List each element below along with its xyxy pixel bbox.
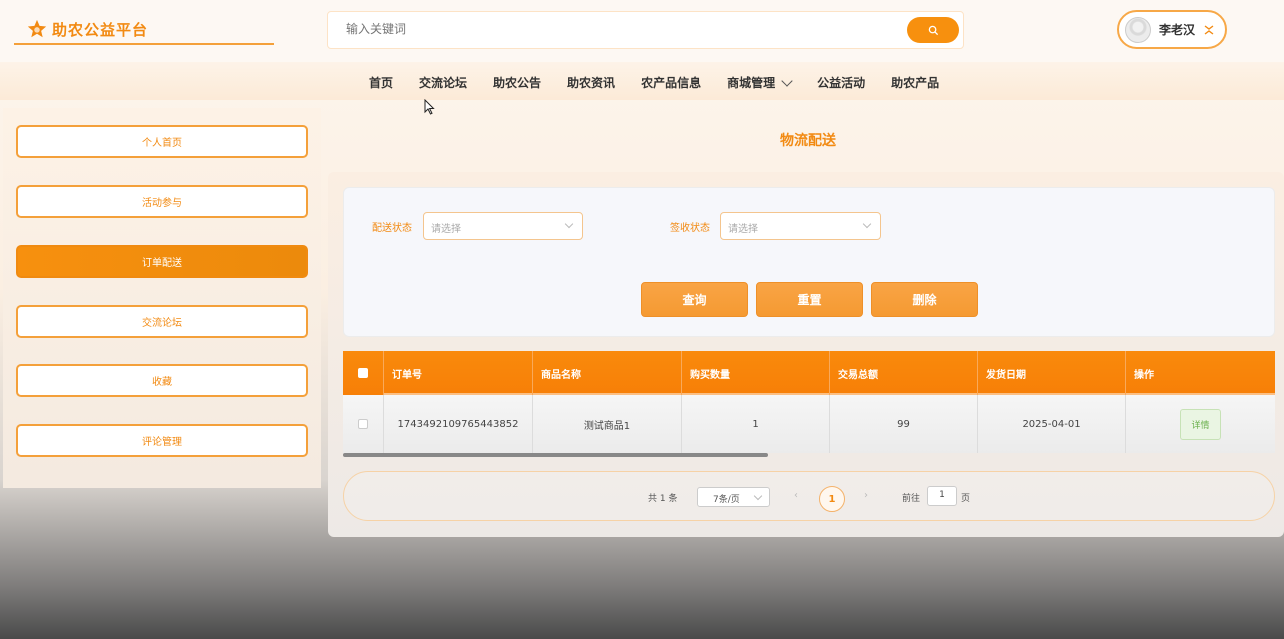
nav-item-news[interactable]: 助农资讯 [567, 74, 615, 91]
chevron-down-icon [862, 219, 872, 229]
reset-button[interactable]: 重置 [756, 282, 863, 317]
chevron-down-icon [781, 74, 793, 87]
nav-item-forum[interactable]: 交流论坛 [419, 74, 467, 91]
nav-item-mall[interactable]: 商城管理 [727, 74, 793, 91]
logo-text: 助农公益平台 [52, 20, 149, 39]
page-suffix: 页 [961, 494, 971, 504]
sidebar-item-comments[interactable]: 评论管理 [16, 424, 308, 457]
mouse-cursor-icon [424, 99, 435, 115]
search-button[interactable] [907, 17, 959, 43]
col-order-no-label: 订单号 [392, 369, 422, 381]
pagination: 共 1 条 7条/页 ‹ 1 › 前往 1 页 [343, 471, 1275, 521]
col-ship-date: 发货日期 [978, 351, 1126, 395]
main-nav: 首页 交流论坛 助农公告 助农资讯 农产品信息 商城管理 公益活动 助农产品 [0, 62, 1284, 100]
page-size-value: 7条/页 [713, 495, 740, 505]
user-menu[interactable]: 李老汉 [1117, 10, 1227, 49]
nav-item-charity[interactable]: 公益活动 [817, 74, 865, 91]
star-logo-icon [27, 19, 47, 38]
logo-underline [14, 43, 274, 45]
cell-product: 测试商品1 [533, 395, 682, 453]
goto-label: 前往 [902, 494, 921, 504]
detail-button[interactable]: 详情 [1180, 408, 1221, 440]
row-select-cell [343, 395, 384, 453]
col-qty-label: 购买数量 [690, 369, 730, 381]
col-qty: 购买数量 [682, 351, 830, 395]
user-name: 李老汉 [1159, 23, 1196, 37]
nav-item-products[interactable]: 助农产品 [891, 74, 939, 91]
header: 助农公益平台 李老汉 [0, 0, 1284, 62]
nav-item-mall-label: 商城管理 [727, 76, 776, 90]
col-total: 交易总额 [830, 351, 978, 395]
nav-item-notice[interactable]: 助农公告 [493, 74, 541, 91]
goto-page-input[interactable]: 1 [927, 486, 957, 506]
total-count: 共 1 条 [648, 494, 678, 504]
sidebar-item-order-delivery[interactable]: 订单配送 [16, 245, 308, 278]
delivery-status-placeholder: 请选择 [431, 224, 461, 235]
page-size-select[interactable]: 7条/页 [697, 487, 770, 507]
col-action-label: 操作 [1134, 369, 1154, 381]
col-total-label: 交易总额 [838, 369, 878, 381]
chevron-down-icon [753, 491, 763, 501]
logo[interactable]: 助农公益平台 [26, 18, 148, 40]
delivery-status-select[interactable]: 请选择 [423, 212, 583, 240]
search-bar [327, 11, 964, 49]
table-scrollbar[interactable] [343, 453, 768, 457]
sign-status-label: 签收状态 [670, 223, 710, 234]
page-title: 物流配送 [780, 133, 836, 149]
query-button[interactable]: 查询 [641, 282, 748, 317]
sign-status-placeholder: 请选择 [728, 224, 758, 235]
sidebar-item-activities[interactable]: 活动参与 [16, 185, 308, 218]
col-ship-date-label: 发货日期 [986, 369, 1026, 381]
cell-action: 详情 [1126, 395, 1275, 453]
sidebar-item-forum[interactable]: 交流论坛 [16, 305, 308, 338]
next-page-button[interactable]: › [864, 490, 868, 501]
nav-item-produce-info[interactable]: 农产品信息 [641, 74, 701, 91]
table-row: 1743492109765443852 测试商品1 1 99 2025-04-0… [343, 395, 1275, 453]
col-order-no: 订单号 [384, 351, 533, 395]
search-input[interactable] [346, 22, 866, 36]
sidebar: 个人首页 活动参与 订单配送 交流论坛 收藏 评论管理 [3, 108, 321, 488]
select-all-checkbox[interactable] [358, 368, 368, 378]
page-number-current[interactable]: 1 [819, 486, 845, 512]
row-checkbox[interactable] [358, 419, 368, 429]
cell-ship-date: 2025-04-01 [978, 395, 1126, 453]
col-product: 商品名称 [533, 351, 682, 395]
avatar [1125, 16, 1151, 43]
search-icon [928, 25, 938, 35]
delete-button[interactable]: 删除 [871, 282, 978, 317]
sidebar-item-favorites[interactable]: 收藏 [16, 364, 308, 397]
col-action: 操作 [1126, 351, 1275, 395]
cell-total: 99 [830, 395, 978, 453]
table-header: 订单号 商品名称 购买数量 交易总额 发货日期 操作 [343, 351, 1275, 395]
cell-qty: 1 [682, 395, 830, 453]
delivery-status-label: 配送状态 [372, 223, 412, 234]
chevron-down-icon [564, 219, 574, 229]
nav-item-home[interactable]: 首页 [369, 74, 393, 91]
prev-page-button[interactable]: ‹ [794, 490, 798, 501]
cell-order-no: 1743492109765443852 [384, 395, 533, 453]
select-all-cell [343, 351, 384, 395]
sidebar-item-profile[interactable]: 个人首页 [16, 125, 308, 158]
col-product-label: 商品名称 [541, 369, 581, 381]
sign-status-select[interactable]: 请选择 [720, 212, 881, 240]
chevron-collapse-icon [1204, 24, 1214, 35]
